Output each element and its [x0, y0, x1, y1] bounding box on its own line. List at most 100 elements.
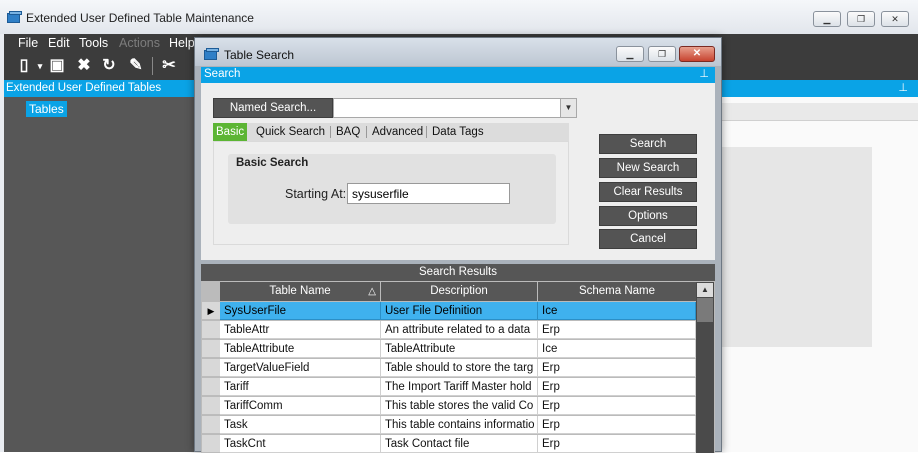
- minimize-button[interactable]: ▁: [813, 11, 841, 27]
- dialog-restore-button[interactable]: ❐: [648, 46, 676, 62]
- row-selector-arrow-icon: ▶: [202, 302, 220, 320]
- dialog-title: Table Search: [224, 48, 295, 62]
- search-pin-icon[interactable]: ⊥: [699, 67, 709, 80]
- menu-file[interactable]: File: [18, 36, 38, 50]
- table-row[interactable]: ▶ SysUserFile User File Definition Ice: [201, 302, 698, 321]
- table-row[interactable]: Tariff The Import Tariff Master hold Erp: [201, 378, 698, 397]
- menu-tools[interactable]: Tools: [79, 36, 108, 50]
- cell-description[interactable]: The Import Tariff Master hold: [381, 378, 538, 396]
- row-selector: [202, 340, 220, 358]
- search-panel: Named Search... ▼ Basic Quick Search BAQ…: [201, 83, 715, 260]
- table-row[interactable]: TariffComm This table stores the valid C…: [201, 397, 698, 416]
- cell-table-name[interactable]: SysUserFile: [220, 302, 381, 320]
- cell-schema-name[interactable]: Erp: [538, 435, 696, 453]
- table-row[interactable]: TableAttribute TableAttribute Ice: [201, 340, 698, 359]
- cell-schema-name[interactable]: Erp: [538, 378, 696, 396]
- search-results-title: Search Results: [201, 264, 715, 281]
- tab-data-tags[interactable]: Data Tags: [429, 123, 487, 141]
- cell-description[interactable]: An attribute related to a data: [381, 321, 538, 339]
- row-selector: [202, 416, 220, 434]
- cell-description[interactable]: This table contains informatio: [381, 416, 538, 434]
- column-header-schema-name[interactable]: Schema Name: [538, 282, 696, 301]
- main-window-title: Extended User Defined Table Maintenance: [26, 11, 254, 25]
- column-header-description[interactable]: Description: [381, 282, 537, 301]
- close-button[interactable]: ✕: [881, 11, 909, 27]
- row-selector: [202, 435, 220, 453]
- cell-table-name[interactable]: TaskCnt: [220, 435, 381, 453]
- starting-at-label: Starting At:: [285, 187, 347, 201]
- cell-table-name[interactable]: TariffComm: [220, 397, 381, 415]
- cell-table-name[interactable]: Tariff: [220, 378, 381, 396]
- tree-item-tables[interactable]: Tables: [26, 101, 67, 117]
- delete-icon[interactable]: ✖: [74, 56, 94, 76]
- dialog-close-button[interactable]: ✕: [679, 46, 715, 62]
- table-search-dialog: Table Search ▁ ❐ ✕ Search ⊥ Named Search…: [194, 37, 722, 453]
- clear-icon[interactable]: ✎: [126, 56, 146, 76]
- clear-results-button[interactable]: Clear Results: [599, 182, 697, 202]
- scroll-thumb[interactable]: [697, 298, 713, 322]
- starting-at-input[interactable]: sysuserfile: [347, 183, 510, 204]
- cell-description[interactable]: This table stores the valid Co: [381, 397, 538, 415]
- save-icon[interactable]: ▣: [47, 56, 67, 76]
- search-panel-header: Search ⊥: [201, 67, 715, 83]
- tab-separator: [426, 126, 427, 138]
- dialog-app-icon: [204, 48, 219, 61]
- tab-quick-search[interactable]: Quick Search: [253, 123, 328, 141]
- detail-pane: [700, 97, 918, 452]
- tables-panel-title: Extended User Defined Tables: [6, 82, 162, 94]
- tab-baq[interactable]: BAQ: [333, 123, 363, 141]
- basic-search-group: Basic Search Starting At: sysuserfile: [228, 154, 556, 224]
- table-row[interactable]: TargetValueField Table should to store t…: [201, 359, 698, 378]
- menu-edit[interactable]: Edit: [48, 36, 70, 50]
- cell-description[interactable]: Table should to store the targ: [381, 359, 538, 377]
- dialog-minimize-button[interactable]: ▁: [616, 46, 644, 62]
- cell-table-name[interactable]: TargetValueField: [220, 359, 381, 377]
- tab-separator: [330, 126, 331, 138]
- vertical-scrollbar[interactable]: ▲: [696, 282, 714, 453]
- chevron-down-icon[interactable]: ▼: [560, 99, 576, 117]
- basic-search-title: Basic Search: [236, 157, 309, 169]
- basic-tab-body: Basic Search Starting At: sysuserfile: [213, 141, 569, 245]
- tab-separator: [366, 126, 367, 138]
- cut-icon[interactable]: ✂: [159, 56, 179, 76]
- restore-button[interactable]: ❐: [847, 11, 875, 27]
- cell-schema-name[interactable]: Erp: [538, 416, 696, 434]
- tab-advanced[interactable]: Advanced: [369, 123, 426, 141]
- table-row[interactable]: TaskCnt Task Contact file Erp: [201, 435, 698, 453]
- app-icon: [7, 11, 22, 24]
- row-selector: [202, 378, 220, 396]
- cell-description[interactable]: Task Contact file: [381, 435, 538, 453]
- cancel-button[interactable]: Cancel: [599, 229, 697, 249]
- table-row[interactable]: TableAttr An attribute related to a data…: [201, 321, 698, 340]
- detail-box: [700, 147, 872, 347]
- search-panel-title: Search: [204, 68, 241, 80]
- options-button[interactable]: Options: [599, 206, 697, 226]
- pin-icon[interactable]: ⊥: [898, 81, 908, 94]
- search-tabs: Basic Quick Search BAQ Advanced Data Tag…: [213, 123, 569, 141]
- cell-description[interactable]: User File Definition: [381, 302, 538, 320]
- sort-ascending-icon: △: [368, 286, 376, 297]
- search-button[interactable]: Search: [599, 134, 697, 154]
- column-header-label: Table Name: [269, 285, 331, 297]
- cell-schema-name[interactable]: Ice: [538, 340, 696, 358]
- cell-schema-name[interactable]: Erp: [538, 321, 696, 339]
- cell-schema-name[interactable]: Erp: [538, 397, 696, 415]
- new-search-button[interactable]: New Search: [599, 158, 697, 178]
- table-row[interactable]: Task This table contains informatio Erp: [201, 416, 698, 435]
- named-search-combo[interactable]: ▼: [333, 98, 577, 118]
- menu-actions[interactable]: Actions: [119, 36, 160, 50]
- row-selector: [202, 321, 220, 339]
- cell-table-name[interactable]: TableAttr: [220, 321, 381, 339]
- named-search-button[interactable]: Named Search...: [213, 98, 333, 118]
- refresh-icon[interactable]: ↻: [99, 56, 119, 76]
- tab-basic[interactable]: Basic: [213, 123, 248, 141]
- cell-table-name[interactable]: TableAttribute: [220, 340, 381, 358]
- cell-schema-name[interactable]: Ice: [538, 302, 696, 320]
- cell-table-name[interactable]: Task: [220, 416, 381, 434]
- cell-description[interactable]: TableAttribute: [381, 340, 538, 358]
- menu-help[interactable]: Help: [169, 36, 195, 50]
- column-header-table-name[interactable]: Table Name △: [220, 282, 380, 301]
- toolbar-separator: [152, 57, 153, 75]
- scroll-up-icon[interactable]: ▲: [697, 283, 713, 297]
- cell-schema-name[interactable]: Erp: [538, 359, 696, 377]
